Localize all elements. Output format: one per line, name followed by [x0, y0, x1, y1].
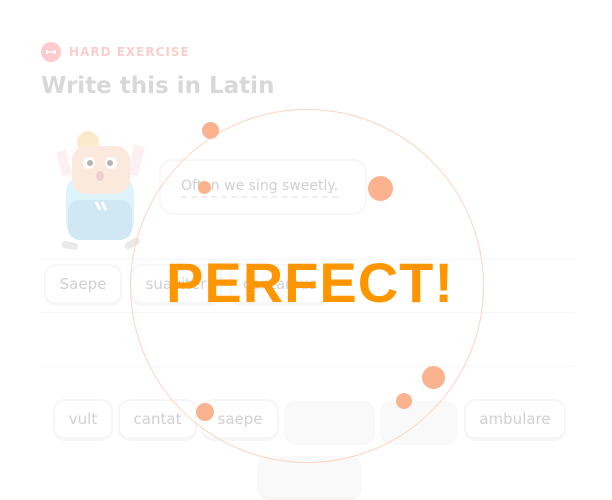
confetti-dot — [198, 181, 211, 194]
perfect-feedback: PERFECT! — [166, 251, 454, 314]
confetti-dot — [202, 122, 219, 139]
confetti-dot — [422, 366, 445, 389]
confetti-dot — [196, 403, 214, 421]
confetti-dot — [396, 393, 412, 409]
confetti-dot — [368, 176, 393, 201]
